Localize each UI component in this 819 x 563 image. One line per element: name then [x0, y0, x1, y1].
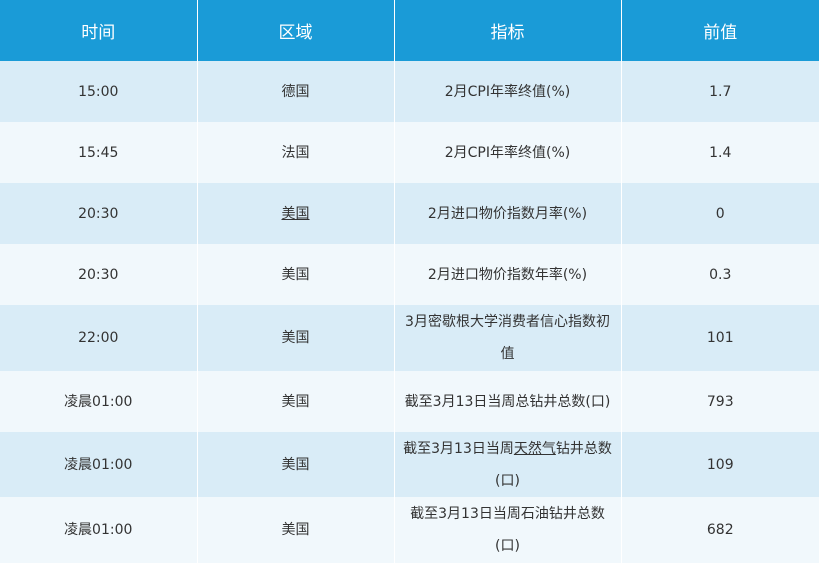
cell-region: 美国 [196, 497, 394, 563]
column-header-indicator: 指标 [393, 0, 621, 61]
table-header-row: 时间 区域 指标 前值 [0, 0, 819, 61]
cell-previous: 682 [620, 497, 819, 563]
table-row: 15:45 法国 2月CPI年率终值(%) 1.4 [0, 122, 819, 183]
cell-indicator: 截至3月13日当周天然气钻井总数(口) [393, 432, 621, 497]
cell-previous: 0 [620, 183, 819, 244]
cell-region: 美国 [196, 371, 394, 432]
cell-time: 凌晨01:00 [0, 497, 197, 563]
cell-previous: 793 [620, 371, 819, 432]
cell-indicator: 2月进口物价指数月率(%) [393, 183, 621, 244]
indicator-link-natural-gas[interactable]: 天然气 [514, 441, 556, 457]
column-header-region: 区域 [196, 0, 394, 61]
table-row: 凌晨01:00 美国 截至3月13日当周石油钻井总数(口) 682 [0, 497, 819, 563]
cell-region: 德国 [196, 61, 394, 122]
cell-indicator: 3月密歇根大学消费者信心指数初值 [393, 305, 621, 371]
cell-region: 美国 [196, 305, 394, 371]
cell-region: 美国 [196, 244, 394, 305]
cell-time: 15:45 [0, 122, 197, 183]
cell-previous: 101 [620, 305, 819, 371]
table-row: 20:30 美国 2月进口物价指数月率(%) 0 [0, 183, 819, 244]
cell-previous: 1.4 [620, 122, 819, 183]
cell-region: 美国 [196, 432, 394, 497]
cell-indicator: 2月CPI年率终值(%) [393, 61, 621, 122]
cell-region: 美国 [196, 183, 394, 244]
cell-time: 凌晨01:00 [0, 432, 197, 497]
column-header-previous: 前值 [620, 0, 819, 61]
table-row: 20:30 美国 2月进口物价指数年率(%) 0.3 [0, 244, 819, 305]
table-row: 15:00 德国 2月CPI年率终值(%) 1.7 [0, 61, 819, 122]
table-row: 凌晨01:00 美国 截至3月13日当周天然气钻井总数(口) 109 [0, 432, 819, 497]
cell-indicator: 截至3月13日当周总钻井总数(口) [393, 371, 621, 432]
cell-indicator: 2月进口物价指数年率(%) [393, 244, 621, 305]
column-header-time: 时间 [0, 0, 197, 61]
table-row: 22:00 美国 3月密歇根大学消费者信心指数初值 101 [0, 305, 819, 371]
region-link-usa[interactable]: 美国 [282, 206, 310, 222]
cell-previous: 0.3 [620, 244, 819, 305]
cell-time: 20:30 [0, 183, 197, 244]
cell-indicator: 2月CPI年率终值(%) [393, 122, 621, 183]
cell-time: 20:30 [0, 244, 197, 305]
cell-previous: 1.7 [620, 61, 819, 122]
indicator-text-prefix: 截至3月13日当周 [403, 440, 514, 457]
table-row: 凌晨01:00 美国 截至3月13日当周总钻井总数(口) 793 [0, 371, 819, 432]
cell-indicator: 截至3月13日当周石油钻井总数(口) [393, 497, 621, 563]
economic-calendar-table: 时间 区域 指标 前值 15:00 德国 2月CPI年率终值(%) 1.7 15… [0, 0, 819, 563]
cell-previous: 109 [620, 432, 819, 497]
cell-time: 15:00 [0, 61, 197, 122]
cell-region: 法国 [196, 122, 394, 183]
cell-time: 凌晨01:00 [0, 371, 197, 432]
cell-time: 22:00 [0, 305, 197, 371]
